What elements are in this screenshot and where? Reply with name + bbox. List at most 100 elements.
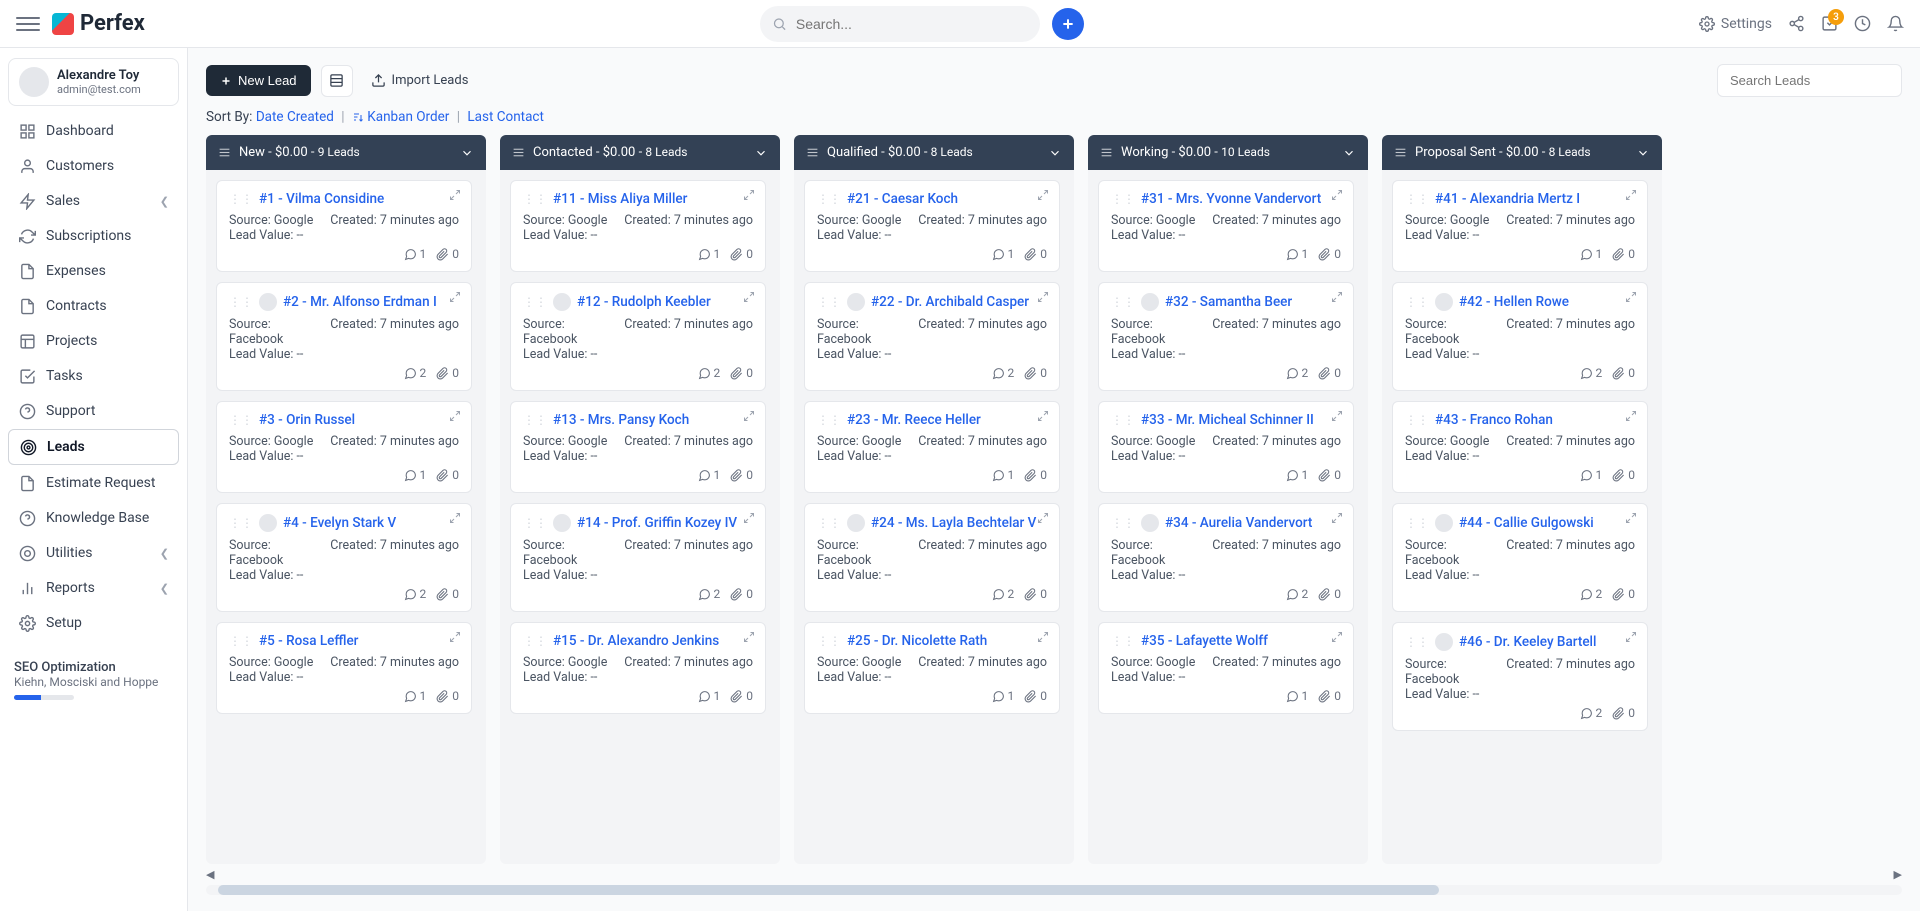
lead-title-link[interactable]: #44 - Callie Gulgowski [1459,515,1594,531]
sidebar-item-projects[interactable]: Projects [8,324,179,358]
sidebar-item-tasks[interactable]: Tasks [8,359,179,393]
expand-icon[interactable] [1625,410,1637,422]
card-drag-icon[interactable]: ⋮⋮ [1111,516,1135,530]
lead-card[interactable]: ⋮⋮ #25 - Dr. Nicolette Rath Source: Goog… [804,622,1060,714]
lead-card[interactable]: ⋮⋮ #11 - Miss Aliya Miller Source: Googl… [510,180,766,272]
lead-title-link[interactable]: #35 - Lafayette Wolff [1141,633,1268,649]
sidebar-item-subscriptions[interactable]: Subscriptions [8,219,179,253]
lead-title-link[interactable]: #24 - Ms. Layla Bechtelar V [871,515,1036,531]
timer-button[interactable] [1854,15,1871,32]
card-drag-icon[interactable]: ⋮⋮ [1405,635,1429,649]
sidebar-item-leads[interactable]: Leads [8,429,179,465]
card-drag-icon[interactable]: ⋮⋮ [523,295,547,309]
new-lead-button[interactable]: New Lead [206,65,311,96]
lead-title-link[interactable]: #12 - Rudolph Keebler [577,294,711,310]
expand-icon[interactable] [743,291,755,303]
column-body[interactable]: ⋮⋮ #11 - Miss Aliya Miller Source: Googl… [500,170,780,864]
card-drag-icon[interactable]: ⋮⋮ [817,634,841,648]
horizontal-scrollbar[interactable] [206,885,1902,895]
app-logo[interactable]: Perfex [52,11,145,36]
chevron-down-icon[interactable] [460,146,474,160]
expand-icon[interactable] [1331,291,1343,303]
card-drag-icon[interactable]: ⋮⋮ [1405,413,1429,427]
lead-title-link[interactable]: #2 - Mr. Alfonso Erdman I [283,294,437,310]
expand-icon[interactable] [449,291,461,303]
column-header[interactable]: Contacted - $0.00 - 8 Leads [500,135,780,170]
lead-title-link[interactable]: #32 - Samantha Beer [1165,294,1292,310]
lead-title-link[interactable]: #21 - Caesar Koch [847,191,958,207]
card-drag-icon[interactable]: ⋮⋮ [523,516,547,530]
lead-title-link[interactable]: #14 - Prof. Griffin Kozey IV [577,515,737,531]
column-header[interactable]: New - $0.00 - 9 Leads [206,135,486,170]
chevron-down-icon[interactable] [754,146,768,160]
lead-card[interactable]: ⋮⋮ #42 - Hellen Rowe Source: Facebook Le… [1392,282,1648,391]
lead-title-link[interactable]: #46 - Dr. Keeley Bartell [1459,634,1596,650]
lead-title-link[interactable]: #42 - Hellen Rowe [1459,294,1569,310]
card-drag-icon[interactable]: ⋮⋮ [1111,192,1135,206]
sidebar-item-customers[interactable]: Customers [8,149,179,183]
column-header[interactable]: Proposal Sent - $0.00 - 8 Leads [1382,135,1662,170]
lead-card[interactable]: ⋮⋮ #44 - Callie Gulgowski Source: Facebo… [1392,503,1648,612]
sidebar-project[interactable]: SEO Optimization Kiehn, Mosciski and Hop… [8,660,179,700]
sort-last-contact[interactable]: Last Contact [467,109,544,125]
card-drag-icon[interactable]: ⋮⋮ [1405,516,1429,530]
expand-icon[interactable] [1331,631,1343,643]
quick-add-button[interactable] [1052,8,1084,40]
lead-card[interactable]: ⋮⋮ #41 - Alexandria Mertz I Source: Goog… [1392,180,1648,272]
lead-card[interactable]: ⋮⋮ #24 - Ms. Layla Bechtelar V Source: F… [804,503,1060,612]
list-view-button[interactable] [321,65,353,97]
lead-title-link[interactable]: #34 - Aurelia Vandervort [1165,515,1312,531]
lead-card[interactable]: ⋮⋮ #3 - Orin Russel Source: Google Lead … [216,401,472,493]
card-drag-icon[interactable]: ⋮⋮ [1111,634,1135,648]
column-header[interactable]: Qualified - $0.00 - 8 Leads [794,135,1074,170]
card-drag-icon[interactable]: ⋮⋮ [1405,295,1429,309]
lead-card[interactable]: ⋮⋮ #34 - Aurelia Vandervort Source: Face… [1098,503,1354,612]
column-header[interactable]: Working - $0.00 - 10 Leads [1088,135,1368,170]
lead-card[interactable]: ⋮⋮ #15 - Dr. Alexandro Jenkins Source: G… [510,622,766,714]
card-drag-icon[interactable]: ⋮⋮ [229,516,253,530]
expand-icon[interactable] [449,512,461,524]
lead-title-link[interactable]: #3 - Orin Russel [259,412,355,428]
user-card[interactable]: Alexandre Toy admin@test.com [8,58,179,106]
lead-card[interactable]: ⋮⋮ #13 - Mrs. Pansy Koch Source: Google … [510,401,766,493]
card-drag-icon[interactable]: ⋮⋮ [229,192,253,206]
sidebar-item-contracts[interactable]: Contracts [8,289,179,323]
sidebar-item-reports[interactable]: Reports ❮ [8,571,179,605]
chevron-down-icon[interactable] [1342,146,1356,160]
card-drag-icon[interactable]: ⋮⋮ [1405,192,1429,206]
column-body[interactable]: ⋮⋮ #41 - Alexandria Mertz I Source: Goog… [1382,170,1662,864]
lead-card[interactable]: ⋮⋮ #46 - Dr. Keeley Bartell Source: Face… [1392,622,1648,731]
lead-title-link[interactable]: #23 - Mr. Reece Heller [847,412,981,428]
lead-card[interactable]: ⋮⋮ #22 - Dr. Archibald Casper Source: Fa… [804,282,1060,391]
expand-icon[interactable] [449,631,461,643]
card-drag-icon[interactable]: ⋮⋮ [817,295,841,309]
lead-title-link[interactable]: #15 - Dr. Alexandro Jenkins [553,633,719,649]
expand-icon[interactable] [1625,512,1637,524]
expand-icon[interactable] [1037,512,1049,524]
card-drag-icon[interactable]: ⋮⋮ [229,634,253,648]
lead-card[interactable]: ⋮⋮ #5 - Rosa Leffler Source: Google Lead… [216,622,472,714]
expand-icon[interactable] [1625,291,1637,303]
sidebar-item-setup[interactable]: Setup [8,606,179,640]
lead-card[interactable]: ⋮⋮ #2 - Mr. Alfonso Erdman I Source: Fac… [216,282,472,391]
sidebar-item-estimate-request[interactable]: Estimate Request [8,466,179,500]
lead-title-link[interactable]: #31 - Mrs. Yvonne Vandervort [1141,191,1321,207]
expand-icon[interactable] [1331,189,1343,201]
tasks-button[interactable]: 3 [1821,15,1838,32]
sidebar-item-dashboard[interactable]: Dashboard [8,114,179,148]
lead-card[interactable]: ⋮⋮ #21 - Caesar Koch Source: Google Lead… [804,180,1060,272]
lead-title-link[interactable]: #11 - Miss Aliya Miller [553,191,687,207]
card-drag-icon[interactable]: ⋮⋮ [817,192,841,206]
expand-icon[interactable] [449,410,461,422]
expand-icon[interactable] [1037,291,1049,303]
import-leads-button[interactable]: Import Leads [363,67,477,94]
card-drag-icon[interactable]: ⋮⋮ [523,413,547,427]
search-input[interactable] [760,6,1040,42]
lead-card[interactable]: ⋮⋮ #1 - Vilma Considine Source: Google L… [216,180,472,272]
card-drag-icon[interactable]: ⋮⋮ [817,516,841,530]
lead-title-link[interactable]: #4 - Evelyn Stark V [283,515,396,531]
lead-title-link[interactable]: #22 - Dr. Archibald Casper [871,294,1029,310]
column-body[interactable]: ⋮⋮ #21 - Caesar Koch Source: Google Lead… [794,170,1074,864]
card-drag-icon[interactable]: ⋮⋮ [523,192,547,206]
lead-card[interactable]: ⋮⋮ #32 - Samantha Beer Source: Facebook … [1098,282,1354,391]
